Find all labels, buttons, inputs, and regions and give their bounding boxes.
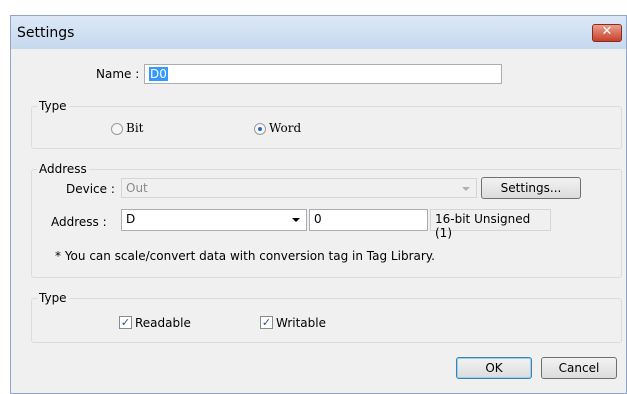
- cancel-button[interactable]: Cancel: [541, 357, 617, 379]
- readable-label: Readable: [135, 316, 191, 330]
- name-input[interactable]: D0: [144, 64, 502, 84]
- chevron-down-icon: [292, 218, 300, 222]
- chevron-down-icon: [462, 187, 470, 191]
- name-value: D0: [149, 67, 168, 81]
- device-settings-button[interactable]: Settings...: [481, 177, 581, 199]
- close-button[interactable]: ✕: [592, 24, 622, 42]
- dialog-title: Settings: [17, 25, 75, 41]
- address-label: Address :: [51, 215, 107, 229]
- title-bar: Settings ✕: [11, 16, 626, 49]
- bit-radio-label: Bit: [126, 121, 144, 135]
- address-type-select[interactable]: D: [121, 209, 307, 231]
- ok-button[interactable]: OK: [456, 357, 532, 379]
- device-select[interactable]: Out: [121, 178, 477, 198]
- writable-checkbox[interactable]: ✓: [260, 316, 273, 329]
- address-type-value: D: [126, 212, 136, 226]
- word-radio[interactable]: [254, 123, 266, 135]
- name-label: Name :: [96, 67, 140, 81]
- address-value: 0: [314, 212, 322, 226]
- address-group-title: Address: [37, 162, 89, 176]
- bit-radio[interactable]: [111, 123, 123, 135]
- check-icon: ✓: [261, 316, 272, 329]
- writable-label: Writable: [276, 316, 326, 330]
- settings-dialog: Settings ✕ Name : D0 Type Bit Word Addre…: [10, 15, 627, 394]
- device-value: Out: [126, 181, 148, 195]
- address-value-input[interactable]: 0: [309, 209, 428, 231]
- word-radio-label: Word: [269, 121, 302, 135]
- readable-checkbox[interactable]: ✓: [119, 316, 132, 329]
- type-group-title: Type: [37, 99, 69, 113]
- device-label: Device :: [66, 182, 115, 196]
- data-format-display: 16-bit Unsigned (1): [430, 209, 551, 240]
- access-group-title: Type: [37, 291, 69, 305]
- conversion-note: * You can scale/convert data with conver…: [55, 249, 435, 263]
- close-icon: ✕: [601, 24, 613, 39]
- check-icon: ✓: [120, 316, 131, 329]
